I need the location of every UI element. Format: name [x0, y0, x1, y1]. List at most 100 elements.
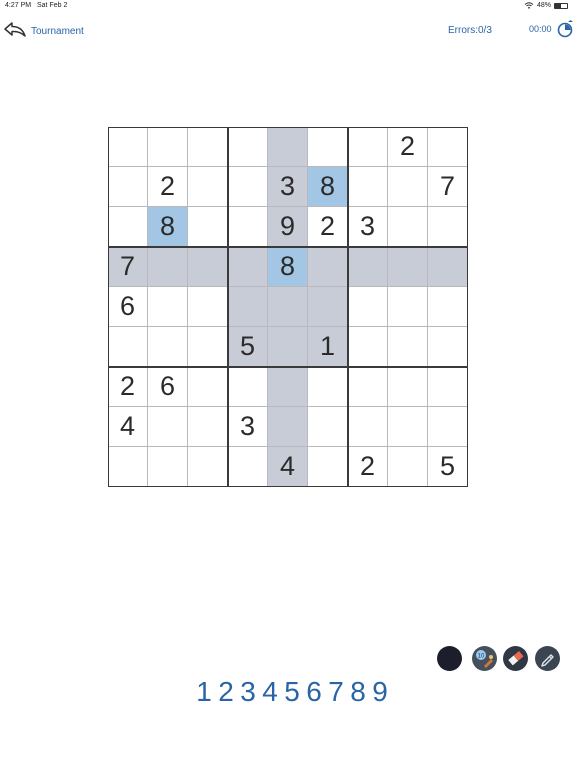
pause-icon[interactable]: [557, 20, 575, 38]
grid-cell-r3c8[interactable]: [388, 207, 428, 247]
grid-cell-r5c7[interactable]: [348, 287, 388, 327]
grid-cell-r3c4[interactable]: [228, 207, 268, 247]
grid-cell-r7c5[interactable]: [268, 367, 308, 407]
grid-cell-r2c3[interactable]: [188, 167, 228, 207]
number-button-4[interactable]: 4: [259, 676, 281, 708]
grid-cell-r1c9[interactable]: [428, 127, 468, 167]
grid-cell-r3c3[interactable]: [188, 207, 228, 247]
grid-cell-r3c2[interactable]: 8: [148, 207, 188, 247]
grid-cell-r6c9[interactable]: [428, 327, 468, 367]
grid-cell-r7c2[interactable]: 6: [148, 367, 188, 407]
grid-cell-r6c6[interactable]: 1: [308, 327, 348, 367]
grid-cell-r6c2[interactable]: [148, 327, 188, 367]
grid-cell-r9c7[interactable]: 2: [348, 447, 388, 487]
grid-cell-r2c9[interactable]: 7: [428, 167, 468, 207]
grid-cell-r4c3[interactable]: [188, 247, 228, 287]
grid-cell-r5c4[interactable]: [228, 287, 268, 327]
number-button-1[interactable]: 1: [193, 676, 215, 708]
grid-cell-r9c5[interactable]: 4: [268, 447, 308, 487]
grid-cell-r6c7[interactable]: [348, 327, 388, 367]
grid-cell-r7c6[interactable]: [308, 367, 348, 407]
grid-cell-r5c3[interactable]: [188, 287, 228, 327]
grid-cell-r4c9[interactable]: [428, 247, 468, 287]
wifi-icon: [524, 2, 534, 9]
grid-cell-r8c9[interactable]: [428, 407, 468, 447]
grid-cell-r1c5[interactable]: [268, 127, 308, 167]
grid-cell-r6c4[interactable]: 5: [228, 327, 268, 367]
grid-cell-r9c8[interactable]: [388, 447, 428, 487]
grid-cell-r5c5[interactable]: [268, 287, 308, 327]
grid-cell-r9c4[interactable]: [228, 447, 268, 487]
number-button-2[interactable]: 2: [215, 676, 237, 708]
grid-cell-r7c7[interactable]: [348, 367, 388, 407]
eraser-button[interactable]: [503, 646, 528, 671]
grid-cell-r5c9[interactable]: [428, 287, 468, 327]
grid-cell-r2c8[interactable]: [388, 167, 428, 207]
grid-cell-r3c1[interactable]: [108, 207, 148, 247]
number-button-7[interactable]: 7: [325, 676, 347, 708]
grid-cell-r6c3[interactable]: [188, 327, 228, 367]
grid-cell-r9c1[interactable]: [108, 447, 148, 487]
grid-cell-r2c5[interactable]: 3: [268, 167, 308, 207]
grid-cell-r4c7[interactable]: [348, 247, 388, 287]
grid-cell-r4c6[interactable]: [308, 247, 348, 287]
grid-cell-r8c8[interactable]: [388, 407, 428, 447]
grid-cell-r3c6[interactable]: 2: [308, 207, 348, 247]
grid-cell-r5c6[interactable]: [308, 287, 348, 327]
grid-cell-r5c8[interactable]: [388, 287, 428, 327]
grid-cell-r3c5[interactable]: 9: [268, 207, 308, 247]
grid-cell-r1c2[interactable]: [148, 127, 188, 167]
back-button[interactable]: Tournament: [0, 20, 90, 42]
grid-cell-r4c8[interactable]: [388, 247, 428, 287]
grid-cell-r1c8[interactable]: 2: [388, 127, 428, 167]
grid-cell-r8c7[interactable]: [348, 407, 388, 447]
grid-cell-r1c6[interactable]: [308, 127, 348, 167]
status-bar: 4:27 PM Sat Feb 2 48%: [0, 0, 576, 12]
grid-cell-r6c1[interactable]: [108, 327, 148, 367]
grid-cell-r2c6[interactable]: 8: [308, 167, 348, 207]
pencil-button[interactable]: [535, 646, 560, 671]
grid-cell-r1c3[interactable]: [188, 127, 228, 167]
grid-cell-r2c1[interactable]: [108, 167, 148, 207]
grid-cell-r9c9[interactable]: 5: [428, 447, 468, 487]
grid-cell-r2c7[interactable]: [348, 167, 388, 207]
grid-cell-r9c3[interactable]: [188, 447, 228, 487]
grid-cell-r3c9[interactable]: [428, 207, 468, 247]
grid-cell-r4c5[interactable]: 8: [268, 247, 308, 287]
grid-cell-r7c9[interactable]: [428, 367, 468, 407]
grid-cell-r4c1[interactable]: 7: [108, 247, 148, 287]
grid-cell-r7c1[interactable]: 2: [108, 367, 148, 407]
grid-cell-r1c1[interactable]: [108, 127, 148, 167]
grid-cell-r9c6[interactable]: [308, 447, 348, 487]
grid-cell-r8c5[interactable]: [268, 407, 308, 447]
grid-cell-r2c4[interactable]: [228, 167, 268, 207]
grid-cell-r6c8[interactable]: [388, 327, 428, 367]
grid-cell-r2c2[interactable]: 2: [148, 167, 188, 207]
grid-cell-r5c1[interactable]: 6: [108, 287, 148, 327]
grid-cell-r8c4[interactable]: 3: [228, 407, 268, 447]
grid-cell-r6c5[interactable]: [268, 327, 308, 367]
number-button-8[interactable]: 8: [347, 676, 369, 708]
grid-cell-r8c6[interactable]: [308, 407, 348, 447]
hint-button[interactable]: 10: [472, 646, 497, 671]
grid-cell-r7c4[interactable]: [228, 367, 268, 407]
number-button-6[interactable]: 6: [303, 676, 325, 708]
grid-cell-r8c2[interactable]: [148, 407, 188, 447]
dark-mode-toggle[interactable]: [437, 646, 462, 671]
back-label: Tournament: [31, 25, 84, 37]
grid-cell-r8c3[interactable]: [188, 407, 228, 447]
grid-cell-r9c2[interactable]: [148, 447, 188, 487]
status-indicators: 48%: [524, 2, 568, 9]
grid-cell-r5c2[interactable]: [148, 287, 188, 327]
grid-cell-r7c8[interactable]: [388, 367, 428, 407]
number-button-5[interactable]: 5: [281, 676, 303, 708]
grid-cell-r4c2[interactable]: [148, 247, 188, 287]
number-button-3[interactable]: 3: [237, 676, 259, 708]
grid-cell-r3c7[interactable]: 3: [348, 207, 388, 247]
grid-cell-r8c1[interactable]: 4: [108, 407, 148, 447]
grid-cell-r1c4[interactable]: [228, 127, 268, 167]
number-button-9[interactable]: 9: [369, 676, 391, 708]
grid-cell-r7c3[interactable]: [188, 367, 228, 407]
grid-cell-r1c7[interactable]: [348, 127, 388, 167]
grid-cell-r4c4[interactable]: [228, 247, 268, 287]
